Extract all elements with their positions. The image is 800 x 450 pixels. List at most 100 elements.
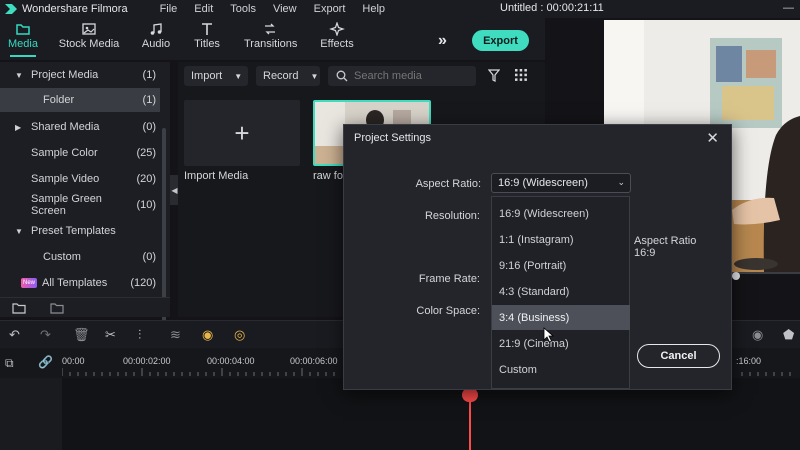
sidebar-item-label: Preset Templates — [31, 225, 116, 237]
sidebar-item-project-media[interactable]: ▼ Project Media (1) — [0, 63, 160, 87]
import-media-tile[interactable]: + — [184, 100, 300, 166]
option-1-1[interactable]: 1:1 (Instagram) — [492, 227, 630, 252]
menu-bar: File Edit Tools View Export Help — [160, 3, 402, 15]
tab-media[interactable]: Media — [6, 22, 40, 57]
sidebar-item-folder[interactable]: Folder (1) — [0, 88, 160, 112]
aspect-ratio-select[interactable]: 16:9 (Widescreen) ⌄ — [491, 173, 631, 193]
sidebar-item-count: (25) — [136, 147, 156, 159]
link-icon[interactable]: 🔗 — [38, 355, 53, 369]
preview-progress-handle[interactable] — [732, 272, 740, 280]
speed-icon[interactable]: ◉ — [202, 327, 213, 343]
sparkle-icon — [329, 22, 345, 36]
tab-stock-media-label: Stock Media — [58, 38, 120, 50]
more-tabs-chevron-icon[interactable]: » — [438, 32, 447, 50]
search-input[interactable] — [354, 70, 464, 82]
adjust-icon[interactable]: ⫶ — [138, 327, 141, 343]
tab-titles[interactable]: Titles — [192, 22, 222, 50]
playhead-handle[interactable] — [462, 388, 478, 402]
caret-down-icon[interactable]: ▼ — [15, 227, 25, 236]
sidebar-item-sample-color[interactable]: Sample Color (25) — [0, 141, 160, 165]
tab-stock-media[interactable]: Stock Media — [58, 22, 120, 50]
tab-transitions-label: Transitions — [244, 38, 298, 50]
sidebar-item-preset-templates[interactable]: ▼ Preset Templates — [0, 219, 160, 243]
sidebar-item-count: (20) — [136, 173, 156, 185]
sidebar-item-label: Sample Color — [31, 147, 98, 159]
clip-label: raw fo — [313, 170, 343, 182]
dialog-title: Project Settings — [354, 132, 432, 144]
audio-wave-icon[interactable]: ≋ — [170, 327, 181, 343]
sidebar-item-sample-video[interactable]: Sample Video (20) — [0, 167, 160, 191]
chevron-down-icon: ▼ — [310, 71, 319, 81]
tab-effects-label: Effects — [320, 38, 354, 50]
plus-icon: + — [234, 117, 250, 148]
caret-right-icon[interactable]: ▶ — [15, 123, 25, 132]
option-16-9[interactable]: 16:9 (Widescreen) — [492, 201, 630, 226]
ai-icon[interactable]: ◎ — [234, 327, 245, 343]
aspect-ratio-value: 16:9 (Widescreen) — [498, 177, 588, 189]
option-21-9[interactable]: 21:9 (Cinema) — [492, 331, 630, 356]
grid-view-icon[interactable] — [515, 69, 527, 81]
text-icon — [202, 23, 212, 35]
tab-audio-label: Audio — [141, 38, 171, 50]
ruler-tick-label: 00:00 — [62, 356, 85, 366]
render-icon[interactable]: ◉ — [752, 327, 763, 343]
sidebar-item-all-templates[interactable]: New All Templates (120) — [0, 271, 160, 295]
sidebar-item-label: Folder — [43, 94, 75, 106]
active-tab-indicator — [10, 55, 36, 57]
menu-edit[interactable]: Edit — [194, 3, 213, 15]
tab-effects[interactable]: Effects — [318, 22, 356, 50]
new-badge-icon: New — [21, 278, 37, 288]
sidebar-item-label: Shared Media — [31, 121, 100, 133]
cancel-button[interactable]: Cancel — [637, 344, 720, 368]
close-icon[interactable]: ✕ — [706, 129, 719, 147]
add-track-icon[interactable]: ⧉ — [5, 356, 14, 371]
ruler-tick-label: 00:00:06:00 — [290, 356, 338, 366]
export-button[interactable]: Export — [472, 30, 529, 51]
sidebar-item-shared-media[interactable]: ▶ Shared Media (0) — [0, 115, 160, 139]
undo-icon[interactable]: ↶ — [9, 327, 20, 343]
menu-view[interactable]: View — [273, 3, 297, 15]
import-dropdown[interactable]: Import ▼ — [184, 66, 248, 86]
menu-export[interactable]: Export — [314, 3, 346, 15]
menu-help[interactable]: Help — [362, 3, 385, 15]
sidebar-item-count: (1) — [142, 94, 156, 106]
ruler-tick-label: :16:00 — [736, 356, 762, 366]
sidebar-item-sample-green-screen[interactable]: Sample Green Screen (10) — [0, 193, 160, 217]
filter-icon[interactable] — [488, 69, 500, 82]
sidebar-item-count: (0) — [142, 251, 156, 263]
media-sidebar: ▼ Project Media (1) Folder (1) ▶ Shared … — [0, 62, 170, 328]
redo-icon[interactable]: ↷ — [40, 327, 51, 343]
menu-tools[interactable]: Tools — [230, 3, 256, 15]
option-9-16[interactable]: 9:16 (Portrait) — [492, 253, 630, 278]
transition-icon — [265, 23, 275, 35]
aspect-ratio-info: Aspect Ratio 16:9 — [634, 235, 696, 259]
cut-icon[interactable]: ✂ — [105, 327, 116, 343]
new-folder-icon[interactable] — [12, 302, 26, 314]
sidebar-item-label: Sample Green Screen — [31, 193, 102, 217]
frame-rate-label: Frame Rate: — [418, 273, 480, 285]
search-box[interactable] — [328, 66, 476, 86]
option-3-4[interactable]: 3:4 (Business) — [492, 305, 630, 330]
delete-icon[interactable]: 🗑 — [73, 327, 90, 343]
sidebar-item-custom[interactable]: Custom (0) — [0, 245, 160, 269]
marker-icon[interactable]: ⬟ — [783, 327, 794, 343]
sidebar-item-label: Project Media — [31, 69, 99, 81]
chevron-down-icon: ▼ — [234, 71, 243, 81]
option-4-3[interactable]: 4:3 (Standard) — [492, 279, 630, 304]
record-dropdown[interactable]: Record ▼ — [256, 66, 320, 86]
tab-transitions[interactable]: Transitions — [244, 22, 298, 50]
search-icon — [336, 70, 348, 82]
tab-audio[interactable]: Audio — [140, 22, 172, 50]
window-buttons: — — [783, 2, 794, 14]
resolution-label: Resolution: — [424, 210, 480, 222]
minimize-button[interactable]: — — [783, 2, 794, 14]
chevron-down-icon: ⌄ — [617, 177, 625, 187]
caret-down-icon[interactable]: ▼ — [15, 71, 25, 80]
track-header — [0, 378, 62, 450]
folder-icon[interactable] — [50, 302, 64, 314]
color-space-label: Color Space: — [416, 305, 480, 317]
option-custom[interactable]: Custom — [492, 357, 630, 382]
ruler-tick-label: 00:00:02:00 — [123, 356, 171, 366]
aspect-ratio-options: 16:9 (Widescreen) 1:1 (Instagram) 9:16 (… — [491, 196, 630, 389]
menu-file[interactable]: File — [160, 3, 178, 15]
